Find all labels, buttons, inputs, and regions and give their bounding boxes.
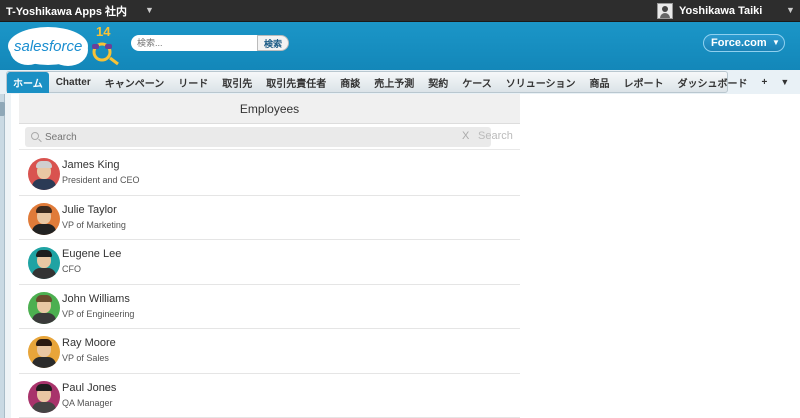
- chevron-down-icon: ▼: [772, 38, 780, 47]
- employee-search-button[interactable]: Search: [478, 130, 513, 142]
- tab-leads[interactable]: リード: [171, 71, 215, 93]
- tab-products[interactable]: 商品: [583, 71, 617, 93]
- user-menu[interactable]: Yoshikawa Taiki ▼: [657, 0, 797, 22]
- app-switcher-label: Force.com: [711, 37, 767, 49]
- tab-bar: ホーム Chatter キャンペーン リード 取引先 取引先責任者 商談 売上予…: [0, 70, 800, 94]
- global-search: 検索: [131, 35, 289, 51]
- list-item[interactable]: John Williams VP of Engineering: [19, 285, 520, 329]
- employee-name: Julie Taylor: [62, 203, 117, 216]
- tab-dashboards[interactable]: ダッシュボード: [671, 71, 755, 93]
- employee-name: Ray Moore: [62, 337, 116, 349]
- employees-panel: Employees X Search James King President …: [19, 94, 520, 418]
- panel-title: Employees: [239, 101, 300, 116]
- global-search-button[interactable]: 検索: [257, 35, 289, 51]
- top-bar: T-Yoshikawa Apps 社内 ▼ Yoshikawa Taiki ▼: [0, 0, 800, 22]
- chevron-down-icon: ▼: [786, 5, 795, 15]
- avatar: [28, 202, 60, 235]
- tab-home[interactable]: ホーム: [7, 71, 49, 93]
- employee-search-input[interactable]: [45, 127, 455, 147]
- org-name: T-Yoshikawa Apps 社内: [6, 6, 128, 18]
- panel-header: Employees: [19, 94, 520, 124]
- app-switcher[interactable]: Force.com ▼: [703, 34, 785, 52]
- avatar: [28, 158, 60, 190]
- user-avatar: [657, 3, 673, 19]
- tab-accounts[interactable]: 取引先: [215, 71, 259, 93]
- tab-solutions[interactable]: ソリューション: [499, 71, 583, 93]
- release-badge: 14: [96, 24, 111, 39]
- chevron-down-icon[interactable]: ▼: [774, 71, 795, 93]
- list-item[interactable]: Eugene Lee CFO: [19, 240, 520, 285]
- employee-title: President and CEO: [62, 175, 140, 185]
- logo-text: salesforce: [14, 38, 82, 55]
- app-header: salesforce 14 検索 Force.com ▼: [0, 22, 800, 70]
- employee-search-box: X: [25, 127, 491, 147]
- list-item[interactable]: Ray Moore VP of Sales: [19, 329, 520, 374]
- employee-title: VP of Marketing: [62, 219, 126, 230]
- avatar: [28, 247, 60, 279]
- employee-name: Paul Jones: [62, 381, 117, 394]
- tab-forecasts[interactable]: 売上予測: [367, 71, 421, 93]
- search-icon: [31, 132, 39, 140]
- list-item[interactable]: Paul Jones QA Manager: [19, 374, 520, 418]
- avatar: [28, 336, 60, 368]
- tab-cases[interactable]: ケース: [455, 71, 499, 93]
- tab-contracts[interactable]: 契約: [421, 71, 455, 93]
- employee-title: VP of Engineering: [62, 308, 135, 319]
- left-margin: [5, 94, 11, 418]
- chevron-down-icon: ▼: [145, 5, 154, 15]
- avatar: [28, 380, 60, 413]
- employee-list: James King President and CEO Julie Taylo…: [19, 151, 520, 418]
- employee-name: Eugene Lee: [62, 248, 122, 260]
- employee-search-row: X Search: [19, 124, 520, 150]
- org-switcher[interactable]: T-Yoshikawa Apps 社内 ▼: [6, 0, 156, 22]
- employee-title: QA Manager: [62, 397, 113, 408]
- tab-opportunities[interactable]: 商談: [333, 71, 367, 93]
- list-item[interactable]: Julie Taylor VP of Marketing: [19, 196, 520, 240]
- employee-name: John Williams: [62, 292, 130, 305]
- global-search-input[interactable]: [131, 35, 257, 51]
- tab-reports[interactable]: レポート: [617, 71, 671, 93]
- list-item[interactable]: James King President and CEO: [19, 151, 520, 196]
- salesforce-logo[interactable]: salesforce 14: [6, 24, 124, 68]
- employee-title: CFO: [62, 264, 81, 274]
- employee-name: James King: [62, 159, 120, 171]
- tab-campaigns[interactable]: キャンペーン: [98, 71, 172, 93]
- tab-contacts[interactable]: 取引先責任者: [259, 71, 333, 93]
- employee-title: VP of Sales: [62, 353, 109, 363]
- tab-all-tabs[interactable]: +: [755, 71, 775, 93]
- tab-list: ホーム Chatter キャンペーン リード 取引先 取引先責任者 商談 売上予…: [6, 71, 789, 93]
- user-name: Yoshikawa Taiki: [679, 5, 763, 17]
- tab-chatter[interactable]: Chatter: [49, 71, 98, 93]
- clear-search-button[interactable]: X: [462, 130, 469, 142]
- avatar: [28, 291, 60, 324]
